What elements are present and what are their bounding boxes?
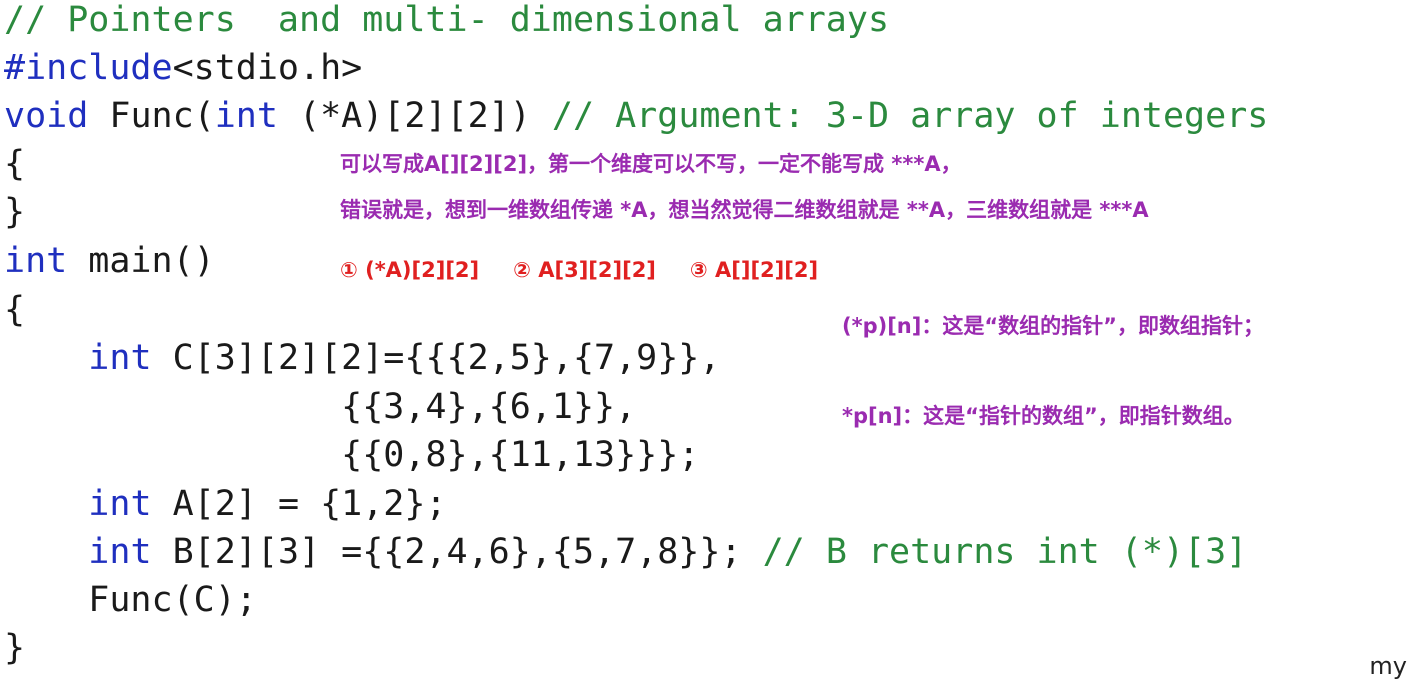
comment: // Argument: 3-D array of integers [530, 96, 1269, 136]
keyword-int: int [214, 96, 278, 136]
code-line-4: { [4, 144, 26, 184]
code-line-12: int B[2][3] ={{2,4,6},{5,7,8}}; // B ret… [4, 532, 1247, 572]
code-line-8: int C[3][2][2]={{{2,5},{7,9}}, [4, 338, 720, 378]
code-line-14: } [4, 628, 26, 668]
include-directive: #include [4, 48, 173, 88]
annotation-array-pointer: (*p)[n]：这是“数组的指针”，即数组指针； [842, 314, 1264, 338]
annotation-pointer-array: *p[n]：这是“指针的数组”，即指针数组。 [842, 404, 1245, 428]
code-line-9: {{3,4},{6,1}}, [4, 387, 637, 427]
keyword-void: void [4, 96, 89, 136]
code-line-11: int A[2] = {1,2}; [4, 484, 447, 524]
comment: // B returns int (*)[3] [741, 532, 1248, 572]
code-line-3: void Func(int (*A)[2][2]) // Argument: 3… [4, 96, 1268, 136]
keyword-int: int [88, 532, 152, 572]
option-3: ③ A[][2][2] [689, 258, 819, 282]
annotation-options: ① (*A)[2][2] ② A[3][2][2] ③ A[][2][2] [340, 256, 818, 284]
comment: // Pointers and multi- dimensional array… [4, 0, 890, 40]
code-line-5: } [4, 192, 26, 232]
array-b-declaration: B[2][3] ={{2,4,6},{5,7,8}}; [151, 532, 742, 572]
keyword-int: int [88, 338, 152, 378]
main-signature: main() [67, 241, 215, 281]
code-line-10: {{0,8},{11,13}}}; [4, 435, 700, 475]
code-line-13: Func(C); [4, 580, 257, 620]
option-2: ② A[3][2][2] [513, 258, 656, 282]
function-params: (*A)[2][2]) [277, 96, 531, 136]
code-line-6: int main() [4, 241, 215, 281]
code-line-7: { [4, 290, 26, 330]
annotation-note-1: 可以写成A[][2][2]，第一个维度可以不写，一定不能写成 ***A， [340, 152, 962, 176]
array-a-declaration: A[2] = {1,2}; [151, 484, 447, 524]
corner-text: my [1369, 652, 1407, 680]
keyword-int: int [4, 241, 68, 281]
keyword-int: int [88, 484, 152, 524]
function-name: Func( [88, 96, 215, 136]
array-c-declaration: C[3][2][2]={{{2,5},{7,9}}, [151, 338, 721, 378]
annotation-note-2: 错误就是，想到一维数组传递 *A，想当然觉得二维数组就是 **A，三维数组就是 … [340, 198, 1149, 222]
code-line-1: // Pointers and multi- dimensional array… [4, 0, 889, 40]
code-line-2: #include<stdio.h> [4, 48, 362, 88]
option-1: ① (*A)[2][2] [340, 258, 480, 282]
include-header: <stdio.h> [172, 48, 363, 88]
